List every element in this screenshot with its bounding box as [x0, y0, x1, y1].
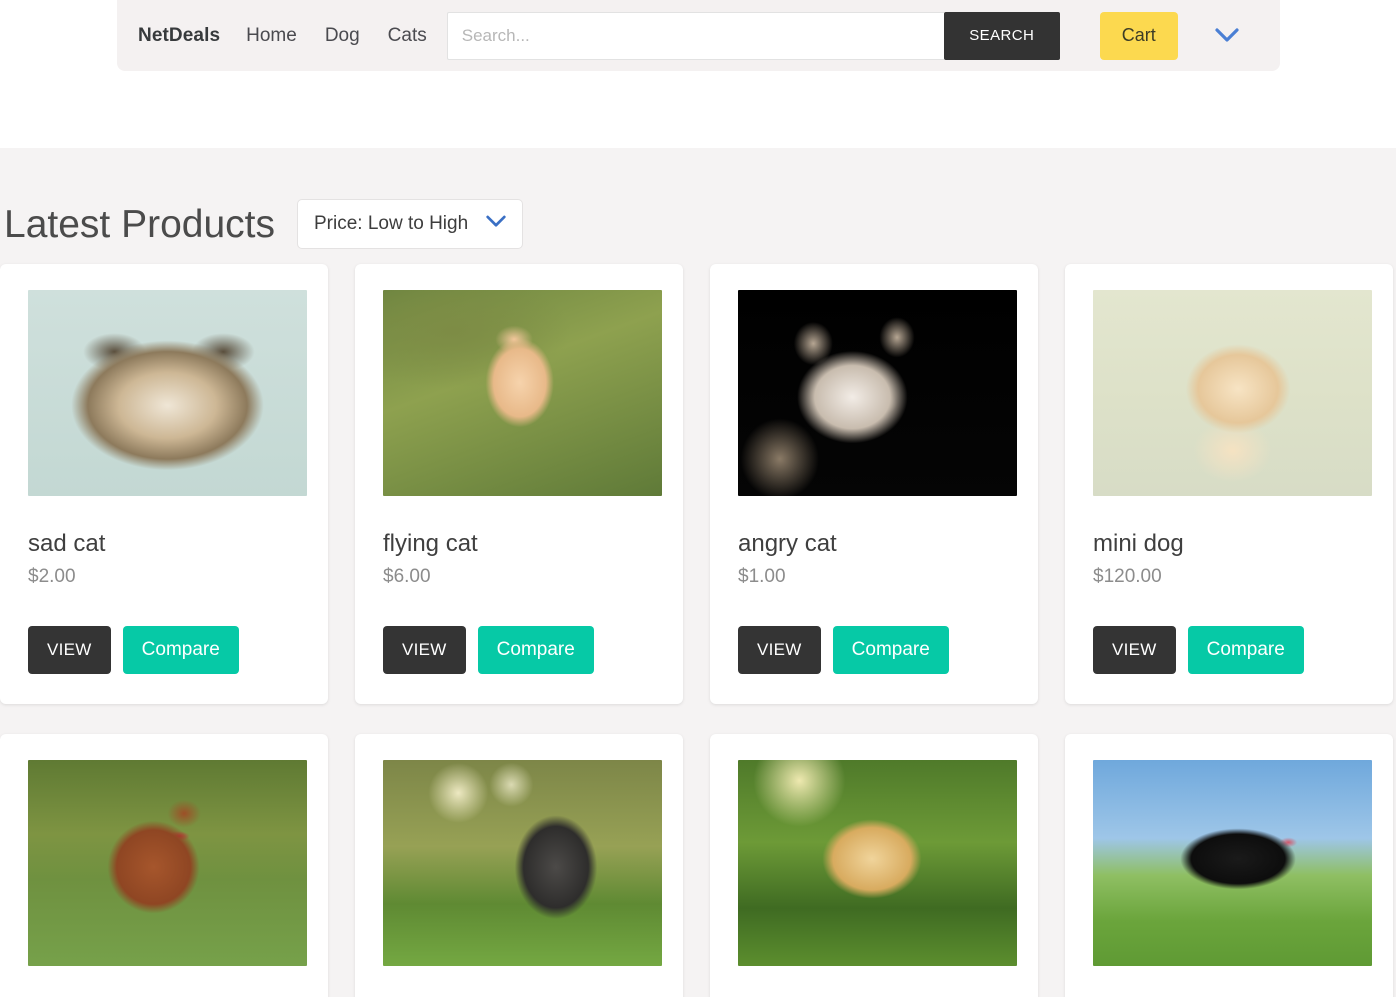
search-button[interactable]: SEARCH	[943, 11, 1060, 60]
nav-link-dog[interactable]: Dog	[325, 25, 360, 47]
navbar-dropdown-toggle[interactable]	[1210, 19, 1244, 53]
chevron-down-icon	[1215, 28, 1239, 43]
product-price: $1.00	[738, 566, 786, 588]
sort-select-value: Price: Low to High	[313, 213, 469, 234]
product-image[interactable]	[1093, 760, 1372, 967]
view-button[interactable]: VIEW	[383, 626, 466, 675]
product-grid: sad cat $2.00 VIEW Compare flying cat $6…	[0, 264, 1396, 997]
product-actions: VIEW Compare	[1093, 626, 1365, 675]
product-image[interactable]	[738, 760, 1017, 967]
view-button[interactable]: VIEW	[1093, 626, 1176, 675]
product-actions: VIEW Compare	[28, 626, 300, 675]
product-card[interactable]: sad cat $2.00 VIEW Compare	[0, 264, 328, 705]
search-group: SEARCH	[446, 11, 1060, 60]
product-card[interactable]: Happy dog VIEW Compare	[355, 734, 683, 997]
product-title: mini dog	[1093, 530, 1184, 557]
product-card[interactable]: mini dog $120.00 VIEW Compare	[1065, 264, 1393, 705]
product-image[interactable]	[383, 760, 662, 967]
view-button[interactable]: VIEW	[738, 626, 821, 675]
product-price: $120.00	[1093, 566, 1162, 588]
product-image[interactable]	[28, 760, 307, 967]
product-card[interactable]: tall dog VIEW Compare	[0, 734, 328, 997]
product-image[interactable]	[28, 290, 307, 496]
compare-button[interactable]: Compare	[1187, 626, 1304, 675]
product-actions: VIEW Compare	[738, 626, 1010, 675]
section-header: Latest Products Price: Low to High	[0, 148, 1396, 264]
product-title: angry cat	[738, 530, 837, 557]
product-card[interactable]: flying cat $6.00 VIEW Compare	[355, 264, 683, 705]
product-card[interactable]: Labradoor VIEW Compare	[1065, 734, 1393, 997]
page-title: Latest Products	[4, 202, 275, 246]
product-actions: VIEW Compare	[383, 626, 655, 675]
navbar: NetDeals Home Dog Cats SEARCH Cart	[117, 0, 1280, 71]
main-content: Latest Products Price: Low to High sad c…	[0, 148, 1396, 997]
product-title: flying cat	[383, 530, 478, 557]
chevron-down-icon	[486, 215, 506, 233]
product-price: $2.00	[28, 566, 76, 588]
cart-button[interactable]: Cart	[1099, 11, 1178, 60]
nav-link-home[interactable]: Home	[246, 25, 297, 47]
sort-select[interactable]: Price: Low to High	[296, 199, 524, 249]
header-region: NetDeals Home Dog Cats SEARCH Cart	[0, 0, 1396, 148]
compare-button[interactable]: Compare	[122, 626, 239, 675]
view-button[interactable]: VIEW	[28, 626, 111, 675]
product-card[interactable]: Yellow dog VIEW Compare	[710, 734, 1038, 997]
compare-button[interactable]: Compare	[832, 626, 949, 675]
brand-logo[interactable]: NetDeals	[138, 25, 220, 47]
product-title: sad cat	[28, 530, 106, 557]
product-image[interactable]	[1093, 290, 1372, 496]
product-price: $6.00	[383, 566, 431, 588]
product-image[interactable]	[383, 290, 662, 496]
compare-button[interactable]: Compare	[477, 626, 594, 675]
product-image[interactable]	[738, 290, 1017, 496]
nav-link-cats[interactable]: Cats	[388, 25, 427, 47]
product-card[interactable]: angry cat $1.00 VIEW Compare	[710, 264, 1038, 705]
search-input[interactable]	[446, 11, 944, 60]
